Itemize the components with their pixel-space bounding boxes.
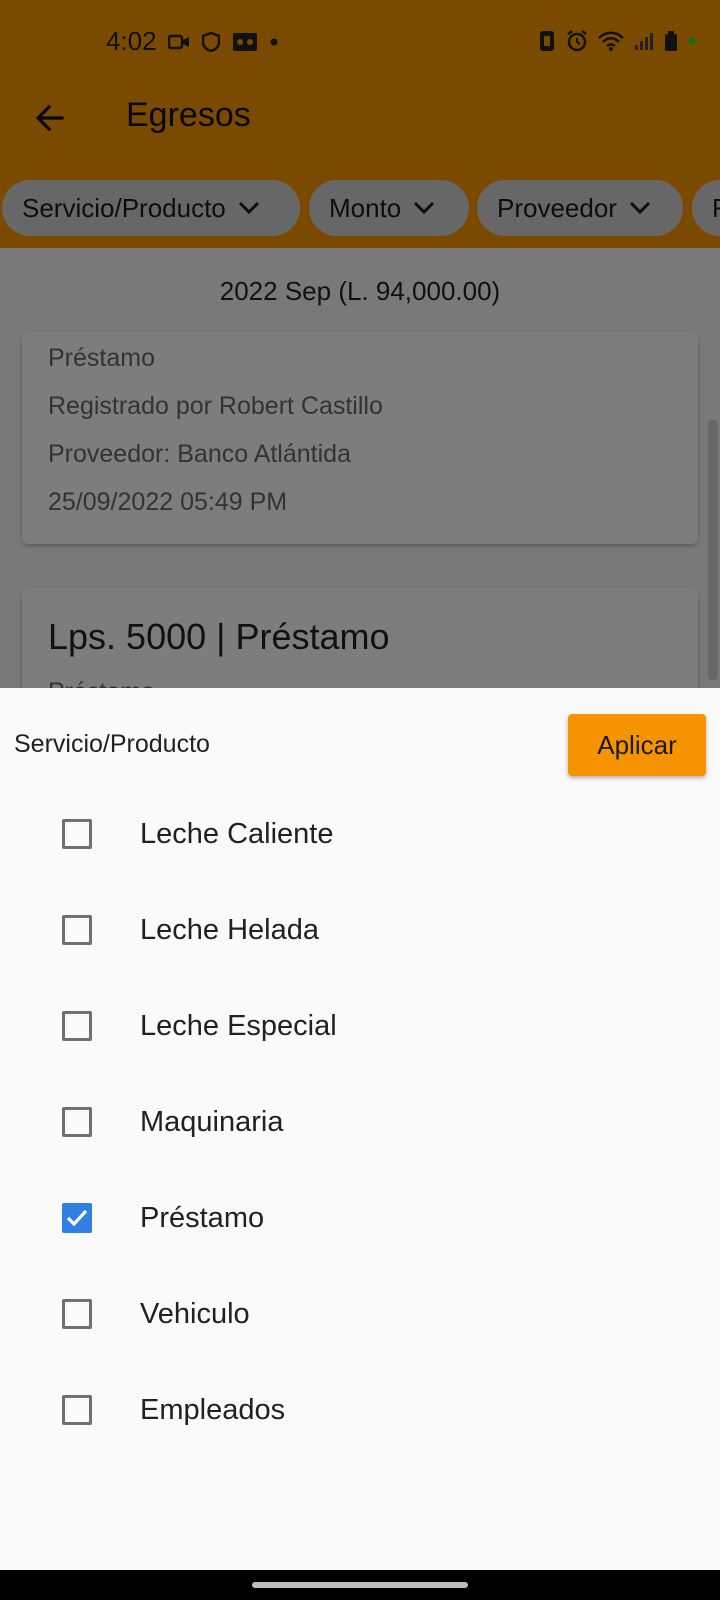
option-vehiculo[interactable]: Vehiculo — [0, 1266, 720, 1362]
checkbox[interactable] — [62, 1011, 92, 1041]
apply-button[interactable]: Aplicar — [568, 714, 706, 776]
home-gesture-handle[interactable] — [252, 1582, 468, 1588]
option-maquinaria[interactable]: Maquinaria — [0, 1074, 720, 1170]
option-label: Vehiculo — [140, 1297, 250, 1330]
checkbox[interactable] — [62, 1395, 92, 1425]
option-label: Préstamo — [140, 1201, 265, 1234]
option-label: Maquinaria — [140, 1105, 284, 1138]
option-label: Empleados — [140, 1393, 286, 1426]
option-leche-caliente[interactable]: Leche Caliente — [0, 786, 720, 882]
checkbox[interactable] — [62, 1107, 92, 1137]
option-leche-helada[interactable]: Leche Helada — [0, 882, 720, 978]
option-leche-especial[interactable]: Leche Especial — [0, 978, 720, 1074]
checkbox[interactable] — [62, 915, 92, 945]
option-empleados[interactable]: Empleados — [0, 1362, 720, 1458]
option-label: Leche Helada — [140, 913, 319, 946]
sheet-title: Servicio/Producto — [14, 730, 210, 758]
checkbox[interactable] — [62, 1299, 92, 1329]
check-icon — [66, 1209, 88, 1227]
option-label: Leche Especial — [140, 1009, 337, 1042]
checkbox-checked[interactable] — [62, 1203, 92, 1233]
filter-bottom-sheet: Servicio/Producto Aplicar Leche Caliente… — [0, 688, 720, 1570]
option-prestamo[interactable]: Préstamo — [0, 1170, 720, 1266]
checkbox[interactable] — [62, 819, 92, 849]
option-label: Leche Caliente — [140, 817, 334, 850]
system-nav-bar — [0, 1570, 720, 1600]
